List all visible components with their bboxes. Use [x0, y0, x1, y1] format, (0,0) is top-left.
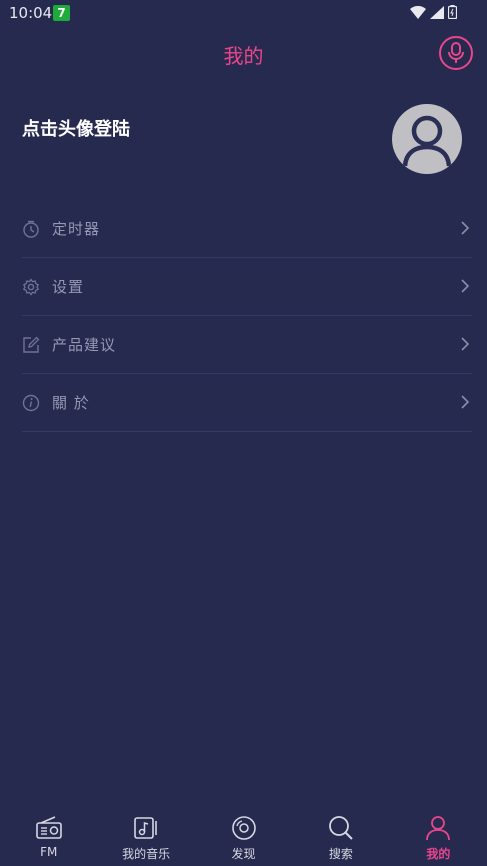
- menu-item-about[interactable]: 關 於: [22, 374, 472, 432]
- nav-label: FM: [40, 845, 58, 859]
- bottom-nav: FM 我的音乐 发现 搜索 我的: [0, 806, 487, 866]
- menu-item-settings[interactable]: 设置: [22, 258, 472, 316]
- menu-item-label: 产品建议: [52, 336, 117, 354]
- nav-label: 发现: [231, 847, 256, 861]
- user-icon: [424, 814, 452, 842]
- menu-item-label: 定时器: [52, 220, 101, 238]
- chevron-right-icon: [461, 221, 470, 235]
- info-icon: [22, 394, 40, 412]
- header: 我的: [0, 26, 487, 82]
- nav-label: 搜索: [328, 847, 353, 861]
- battery-icon: [448, 5, 457, 19]
- nav-label: 我的音乐: [122, 847, 171, 861]
- screen: 10:04 7 我的 点击头像登陆 定时器 设置 产品建议 關 於 FM 我的音…: [0, 0, 487, 866]
- menu-item-label: 设置: [52, 278, 85, 296]
- timer-icon: [22, 220, 40, 238]
- login-prompt[interactable]: 点击头像登陆: [22, 115, 130, 141]
- nav-item-search[interactable]: 搜索: [292, 806, 389, 866]
- status-icons: [410, 5, 457, 19]
- signal-icon: [430, 5, 444, 19]
- default-avatar-icon: [402, 115, 452, 167]
- avatar[interactable]: [392, 104, 462, 174]
- wifi-icon: [410, 5, 426, 19]
- app-notification-badge: 7: [53, 5, 70, 21]
- edit-icon: [22, 336, 40, 354]
- disc-icon: [230, 814, 258, 842]
- chevron-right-icon: [461, 395, 470, 409]
- settings-menu: 定时器 设置 产品建议 關 於: [22, 200, 472, 432]
- menu-item-timer[interactable]: 定时器: [22, 200, 472, 258]
- nav-item-me[interactable]: 我的: [390, 806, 487, 866]
- nav-item-fm[interactable]: FM: [0, 806, 97, 866]
- status-bar: 10:04 7: [0, 0, 487, 26]
- menu-item-feedback[interactable]: 产品建议: [22, 316, 472, 374]
- nav-item-my-music[interactable]: 我的音乐: [97, 806, 194, 866]
- microphone-icon: [448, 42, 464, 63]
- status-time: 10:04: [9, 4, 53, 22]
- music-note-icon: [132, 814, 160, 842]
- page-title: 我的: [223, 44, 264, 68]
- nav-item-discover[interactable]: 发现: [195, 806, 292, 866]
- chevron-right-icon: [461, 337, 470, 351]
- search-icon: [327, 814, 355, 842]
- gear-icon: [22, 277, 40, 296]
- nav-label: 我的: [426, 847, 451, 861]
- radio-icon: [35, 814, 63, 842]
- chevron-right-icon: [461, 279, 470, 293]
- menu-item-label: 關 於: [52, 394, 90, 412]
- voice-search-button[interactable]: [439, 36, 473, 70]
